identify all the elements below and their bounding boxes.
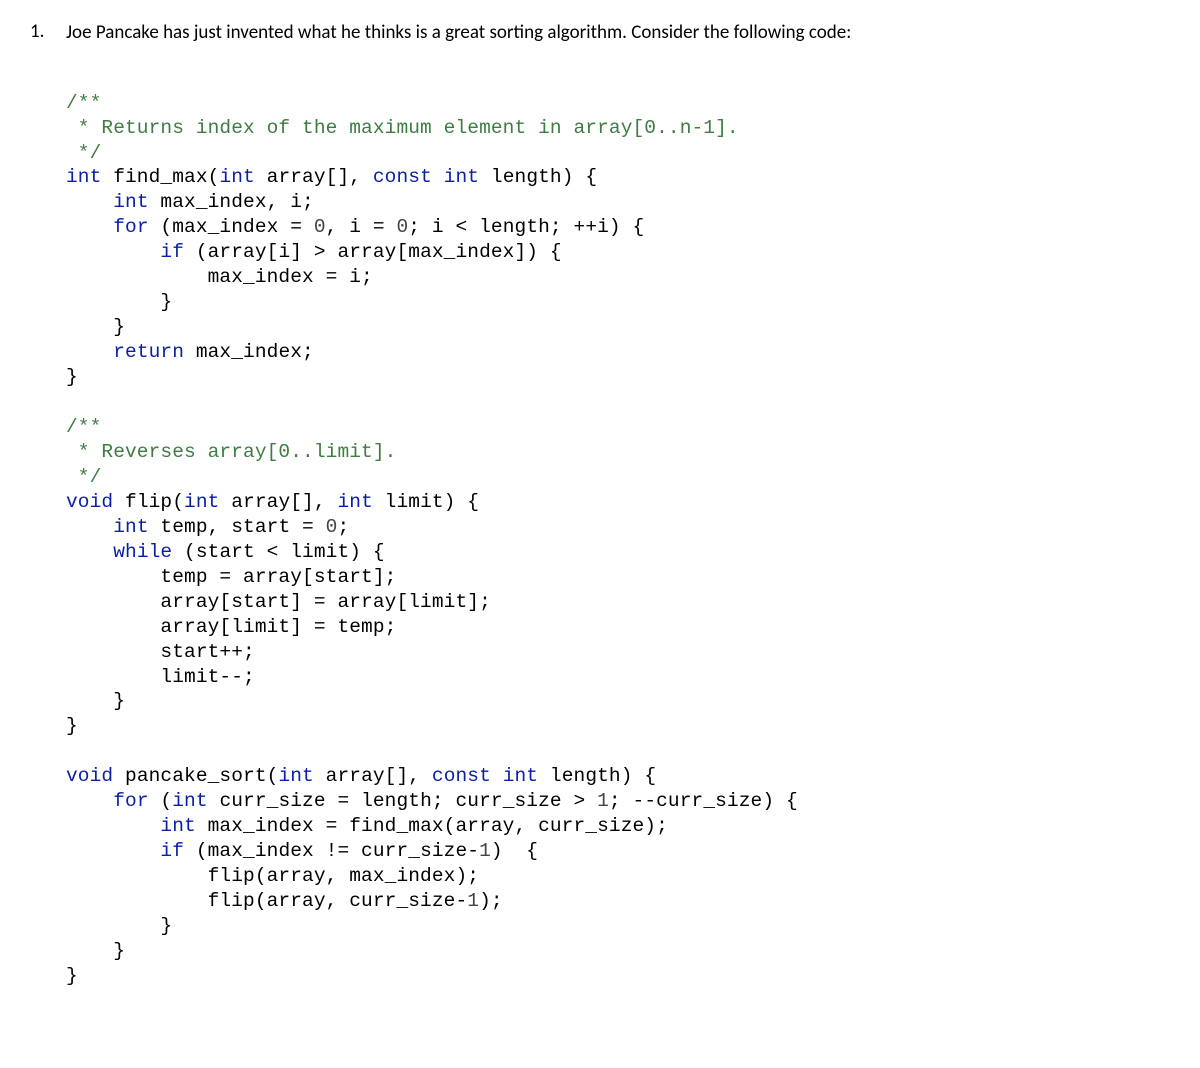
question-block: 1. Joe Pancake has just invented what he… — [30, 20, 1170, 46]
question-text: Joe Pancake has just invented what he th… — [66, 20, 1170, 46]
question-number: 1. — [30, 20, 66, 43]
code-block: /** * Returns index of the maximum eleme… — [66, 66, 1170, 989]
code-text: /** * Returns index of the maximum eleme… — [66, 92, 798, 987]
